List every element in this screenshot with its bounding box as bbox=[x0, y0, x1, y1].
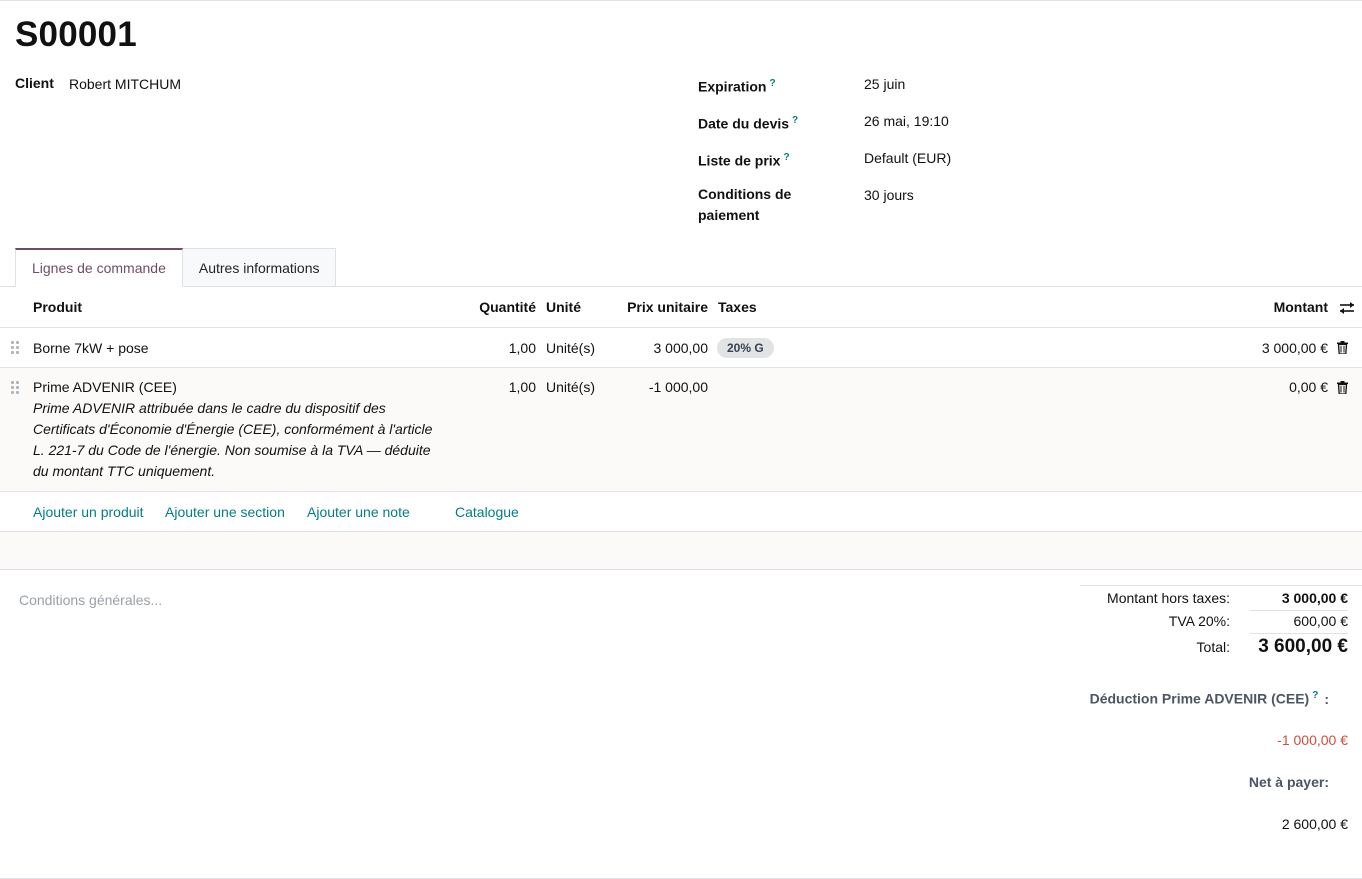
table-actions-row: Ajouter un produit Ajouter une section A… bbox=[0, 492, 1362, 532]
drag-handle-icon[interactable] bbox=[11, 381, 21, 395]
notebook-tabs: Lignes de commande Autres informations bbox=[15, 248, 337, 287]
trash-icon[interactable] bbox=[1337, 381, 1348, 394]
terms-input[interactable]: Conditions générales... bbox=[19, 592, 162, 608]
column-price[interactable]: Prix unitaire bbox=[588, 299, 708, 315]
column-quantity[interactable]: Quantité bbox=[436, 299, 536, 315]
product-cell[interactable]: Prime ADVENIR (CEE) bbox=[33, 379, 177, 395]
client-field[interactable]: Robert MITCHUM bbox=[69, 74, 181, 95]
help-icon[interactable]: ? bbox=[769, 78, 775, 89]
product-cell[interactable]: Borne 7kW + pose bbox=[33, 340, 149, 356]
client-label: Client bbox=[15, 75, 54, 91]
totals-divider bbox=[1080, 585, 1362, 586]
amount-cell: 0,00 € bbox=[1289, 379, 1328, 395]
tax-label: TVA 20%: bbox=[1168, 613, 1230, 629]
optional-columns-icon[interactable] bbox=[1339, 301, 1355, 315]
table-header: Produit Quantité Unité Prix unitaire Tax… bbox=[0, 287, 1362, 328]
add-section-link[interactable]: Ajouter une section bbox=[165, 504, 285, 520]
net-label: Net à payer: bbox=[1248, 774, 1329, 790]
quote-date-label: Date du devis? bbox=[698, 115, 799, 132]
column-unit[interactable]: Unité bbox=[546, 299, 581, 315]
trash-icon[interactable] bbox=[1337, 341, 1348, 354]
net-value: 2 600,00 € bbox=[1281, 816, 1348, 832]
quantity-cell[interactable]: 1,00 bbox=[436, 379, 536, 395]
product-description[interactable]: Prime ADVENIR attribuée dans le cadre du… bbox=[33, 398, 433, 482]
payment-terms-label: Conditions de paiement bbox=[698, 186, 792, 223]
amount-cell: 3 000,00 € bbox=[1261, 340, 1328, 356]
add-product-link[interactable]: Ajouter un produit bbox=[33, 504, 144, 520]
deduction-value: -1 000,00 € bbox=[1277, 732, 1348, 748]
tax-value: 600,00 € bbox=[1293, 613, 1349, 629]
drag-handle-icon[interactable] bbox=[11, 341, 21, 355]
pricelist-field[interactable]: Default (EUR) bbox=[864, 148, 951, 169]
catalog-link[interactable]: Catalogue bbox=[455, 504, 519, 520]
totals-separator bbox=[1250, 633, 1348, 634]
help-icon[interactable]: ? bbox=[783, 152, 789, 163]
tax-badge[interactable]: 20% G bbox=[717, 338, 774, 358]
help-icon[interactable]: ? bbox=[792, 115, 798, 126]
untaxed-label: Montant hors taxes: bbox=[1107, 590, 1230, 606]
tab-other-info[interactable]: Autres informations bbox=[182, 248, 337, 287]
tab-order-lines[interactable]: Lignes de commande bbox=[15, 248, 183, 287]
add-note-link[interactable]: Ajouter une note bbox=[307, 504, 410, 520]
quote-date-field[interactable]: 26 mai, 19:10 bbox=[864, 111, 949, 132]
quantity-cell[interactable]: 1,00 bbox=[436, 340, 536, 356]
price-cell[interactable]: -1 000,00 bbox=[588, 379, 708, 395]
total-value: 3 600,00 € bbox=[1258, 636, 1348, 657]
price-cell[interactable]: 3 000,00 bbox=[588, 340, 709, 356]
payment-terms-field[interactable]: 30 jours bbox=[864, 185, 914, 206]
column-taxes[interactable]: Taxes bbox=[718, 299, 757, 315]
column-amount[interactable]: Montant bbox=[1200, 299, 1328, 315]
record-title: S00001 bbox=[15, 15, 137, 54]
expiration-label: Expiration? bbox=[698, 78, 776, 95]
expiration-field[interactable]: 25 juin bbox=[864, 74, 905, 95]
column-product[interactable]: Produit bbox=[33, 299, 82, 315]
totals-separator bbox=[1250, 610, 1348, 611]
table-footer bbox=[0, 532, 1362, 570]
pricelist-label: Liste de prix? bbox=[698, 152, 790, 169]
untaxed-value: 3 000,00 € bbox=[1281, 590, 1348, 606]
deduction-label: Déduction Prime ADVENIR (CEE)?: bbox=[1089, 690, 1329, 707]
help-icon[interactable]: ? bbox=[1312, 690, 1318, 701]
table-row[interactable]: Borne 7kW + pose 1,00 Unité(s) 3 000,00 … bbox=[0, 328, 1362, 368]
table-row[interactable]: Prime ADVENIR (CEE) Prime ADVENIR attrib… bbox=[0, 368, 1362, 492]
top-border bbox=[0, 0, 1362, 1]
